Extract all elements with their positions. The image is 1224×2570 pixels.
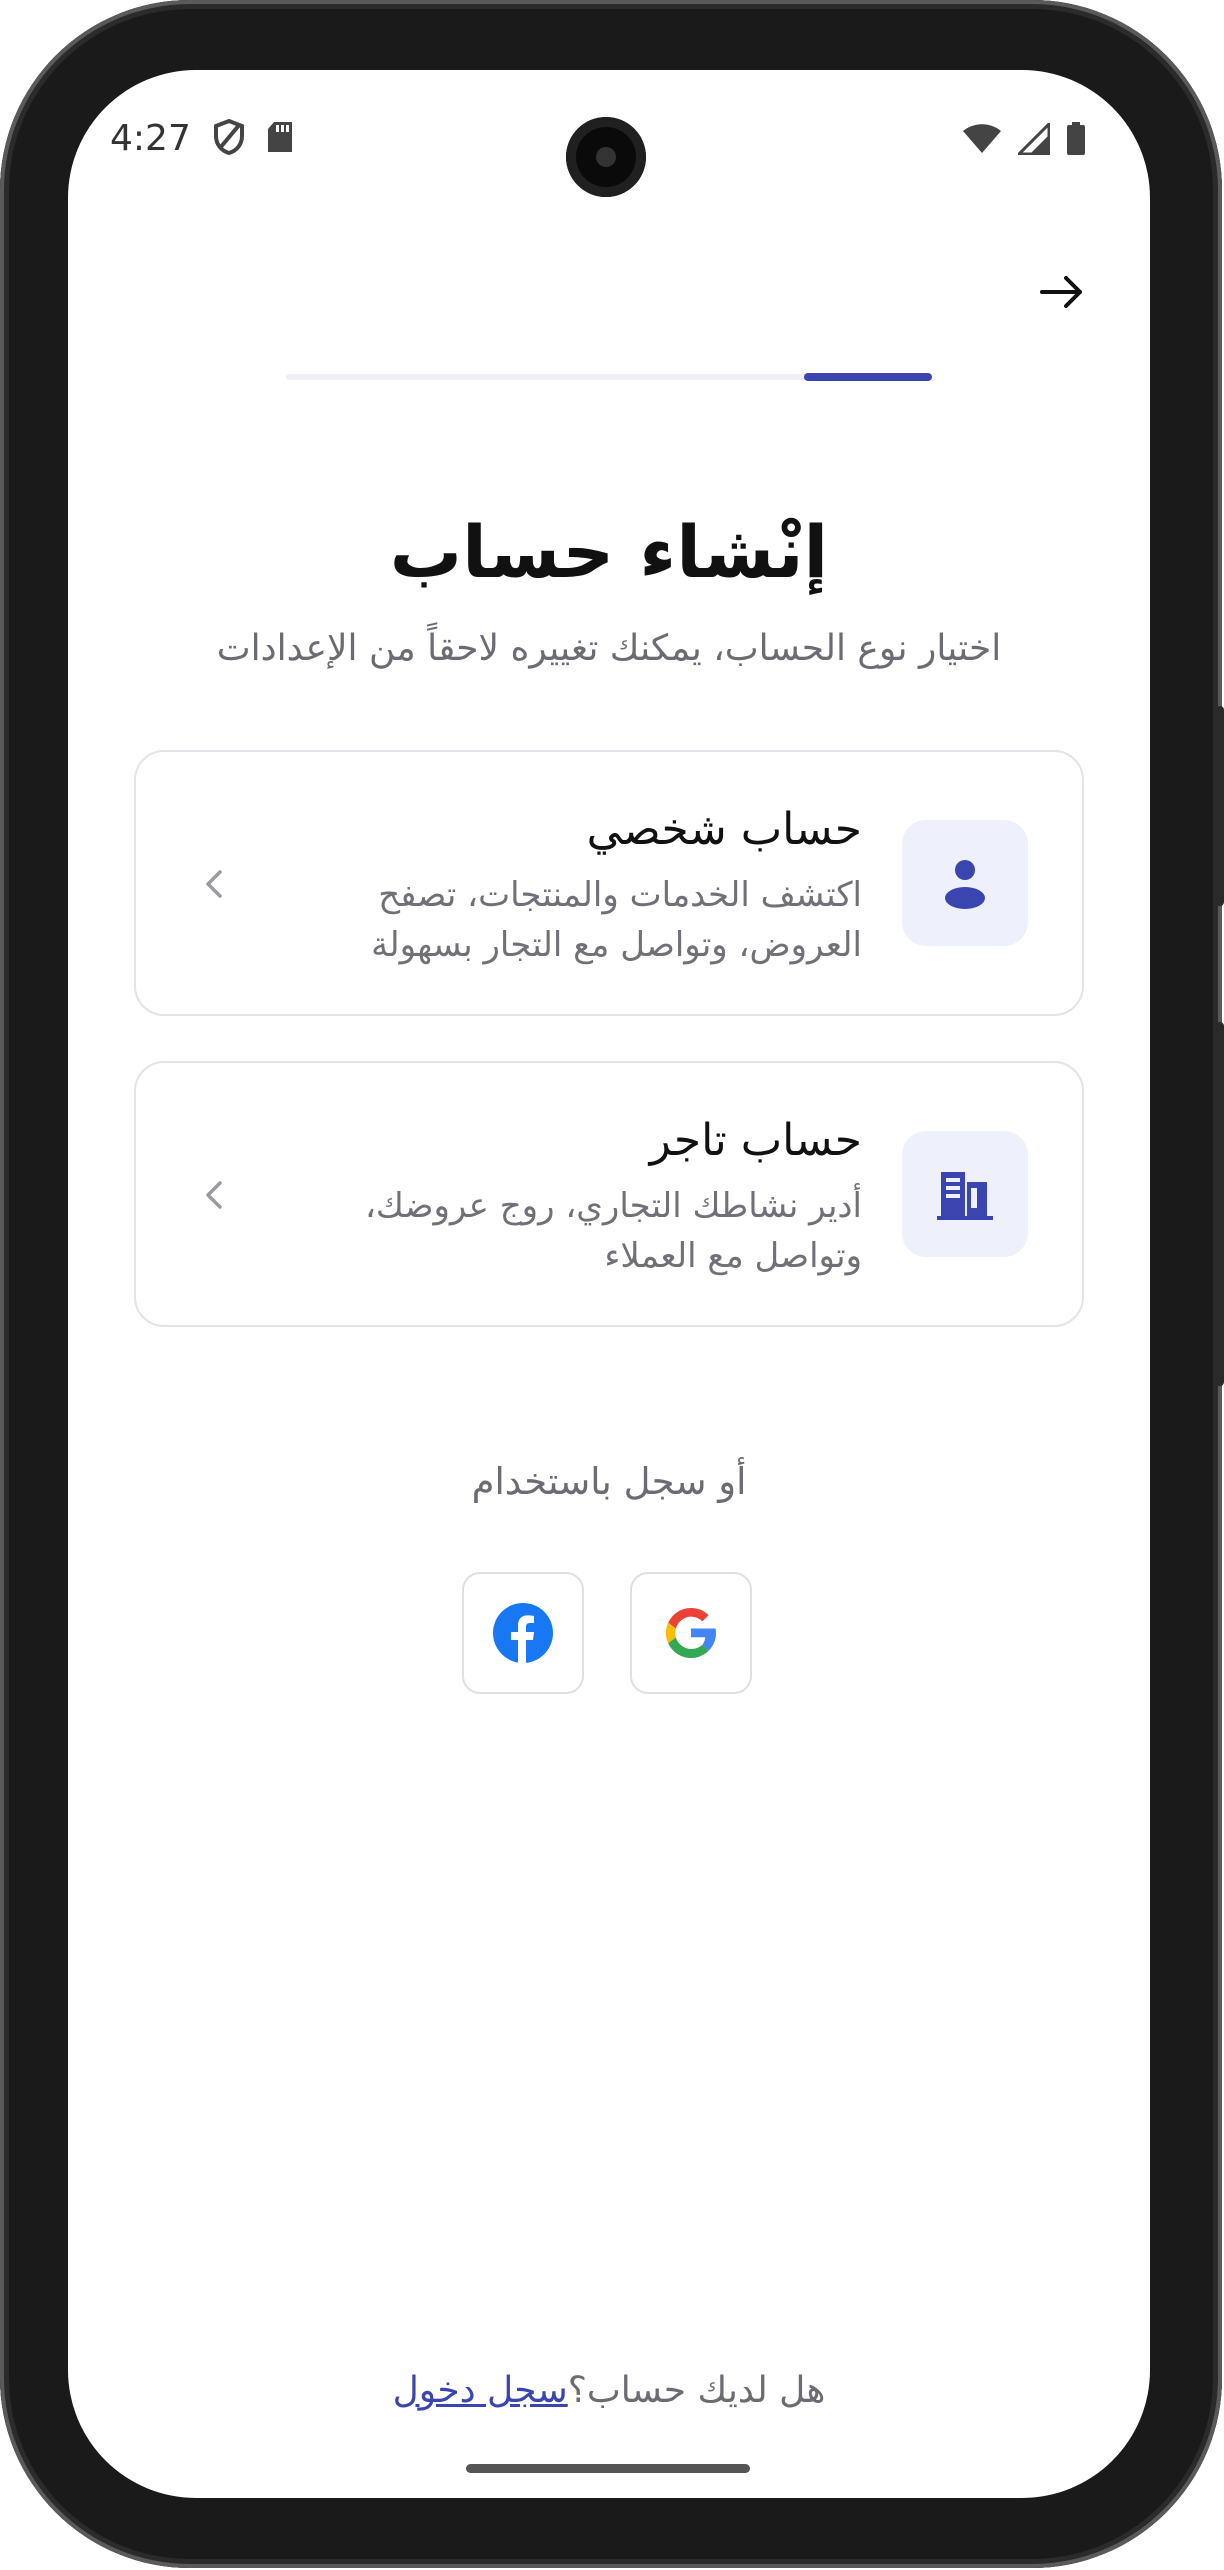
merchant-account-description: أدير نشاطك التجاري، روج عروضك، وتواصل مع… bbox=[364, 1186, 862, 1276]
shield-icon bbox=[214, 118, 244, 156]
google-icon bbox=[666, 1608, 717, 1659]
power-button bbox=[1216, 706, 1224, 906]
phone-frame: 4:27 إنْشاء حساب اختيار نوع الحساب، يمكن… bbox=[0, 0, 1224, 2568]
merchant-account-title: حساب تاجر bbox=[649, 1115, 862, 1166]
social-signup-label: أو سجل باستخدام bbox=[471, 1460, 747, 1503]
wifi-icon bbox=[963, 124, 1001, 153]
login-prompt: هل لديك حساب؟سجل دخول bbox=[68, 2370, 1150, 2411]
personal-account-card[interactable]: حساب شخصي اكتشف الخدمات والمنتجات، تصفح … bbox=[134, 750, 1084, 1016]
facebook-signup-button[interactable] bbox=[462, 1572, 584, 1694]
signal-icon bbox=[1018, 123, 1050, 155]
login-question: هل لديك حساب؟ bbox=[567, 2370, 826, 2411]
status-left-icons bbox=[212, 118, 294, 156]
login-link[interactable]: سجل دخول bbox=[393, 2370, 568, 2411]
merchant-icon-box bbox=[902, 1131, 1028, 1257]
volume-button bbox=[1216, 1022, 1224, 1386]
status-right-icons bbox=[962, 122, 1086, 156]
personal-icon-box bbox=[902, 820, 1028, 946]
progress-indicator bbox=[804, 373, 932, 381]
building-icon bbox=[937, 1172, 993, 1220]
page-title: إنْشاء حساب bbox=[389, 510, 829, 594]
home-indicator[interactable] bbox=[466, 2464, 750, 2473]
personal-account-title: حساب شخصي bbox=[586, 804, 862, 855]
facebook-icon bbox=[493, 1603, 553, 1663]
person-icon bbox=[945, 860, 985, 909]
battery-icon bbox=[1067, 122, 1085, 155]
personal-account-description: اكتشف الخدمات والمنتجات، تصفح العروض، وت… bbox=[371, 875, 862, 965]
google-signup-button[interactable] bbox=[630, 1572, 752, 1694]
status-time: 4:27 bbox=[110, 118, 191, 159]
chevron-left-icon bbox=[206, 1181, 222, 1209]
arrow-right-icon[interactable] bbox=[1036, 266, 1088, 318]
sd-card-icon bbox=[268, 122, 292, 152]
page-subtitle: اختيار نوع الحساب، يمكنك تغييره لاحقاً م… bbox=[216, 628, 1002, 669]
merchant-account-card[interactable]: حساب تاجر أدير نشاطك التجاري، روج عروضك،… bbox=[134, 1061, 1084, 1327]
front-camera bbox=[566, 117, 646, 197]
chevron-left-icon bbox=[206, 870, 222, 898]
app-screen: 4:27 إنْشاء حساب اختيار نوع الحساب، يمكن… bbox=[68, 70, 1150, 2498]
